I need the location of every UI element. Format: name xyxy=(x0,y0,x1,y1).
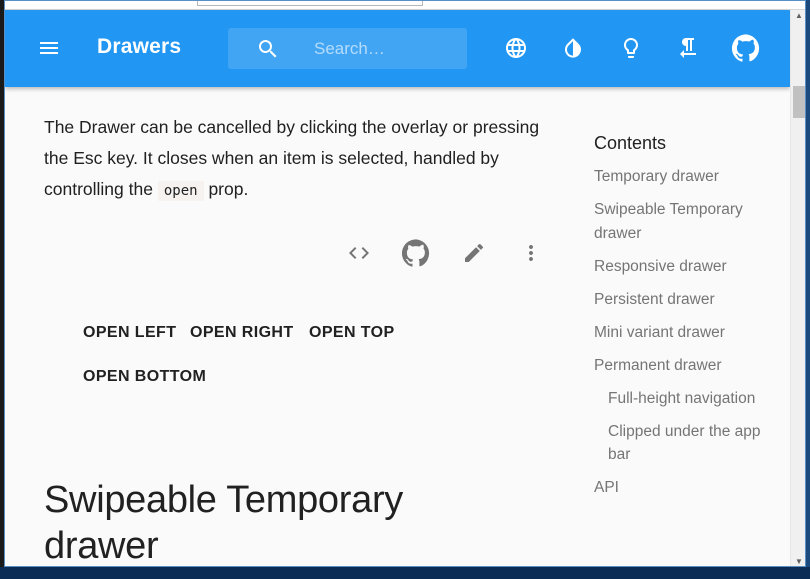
toc-item-temporary-drawer[interactable]: Temporary drawer xyxy=(594,165,784,189)
toc-item-api[interactable]: API xyxy=(594,476,784,500)
language-button[interactable] xyxy=(496,28,536,68)
demo-toolbar xyxy=(337,233,557,273)
inline-code-open: open xyxy=(157,181,204,201)
toc-item-responsive-drawer[interactable]: Responsive drawer xyxy=(594,255,784,279)
lightbulb-icon xyxy=(624,38,638,58)
open-left-button[interactable]: OPEN LEFT xyxy=(75,315,184,351)
description-text: The Drawer can be cancelled by clicking … xyxy=(44,117,540,199)
search-box[interactable] xyxy=(228,28,467,69)
code-icon xyxy=(349,247,369,259)
menu-button[interactable] xyxy=(29,28,69,68)
toggle-direction-button[interactable] xyxy=(668,28,708,68)
toc-item-full-height-navigation[interactable]: Full-height navigation xyxy=(594,387,784,411)
toc-item-persistent-drawer[interactable]: Persistent drawer xyxy=(594,288,784,312)
address-bar[interactable] xyxy=(197,1,423,6)
open-top-button[interactable]: OPEN TOP xyxy=(301,315,403,351)
toc-item-clipped-under-app-bar[interactable]: Clipped under the app bar xyxy=(594,420,784,467)
browser-chrome-strip xyxy=(5,1,805,10)
format-textdirection-icon xyxy=(680,38,696,58)
toc-item-swipeable-temporary-drawer[interactable]: Swipeable Temporary drawer xyxy=(594,198,784,245)
scrollbar-thumb[interactable] xyxy=(793,86,805,118)
scroll-down-arrow-icon[interactable]: ▼ xyxy=(795,557,803,566)
more-vert-icon xyxy=(529,245,533,261)
github-icon xyxy=(732,34,760,62)
section-heading: Swipeable Temporary drawer xyxy=(44,479,404,567)
search-icon xyxy=(259,40,277,58)
scroll-up-arrow-icon[interactable]: ▲ xyxy=(795,11,803,20)
open-bottom-button[interactable]: OPEN BOTTOM xyxy=(75,359,214,395)
desktop-right-edge xyxy=(806,0,810,567)
toggle-theme-button[interactable] xyxy=(553,28,593,68)
toc-item-mini-variant-drawer[interactable]: Mini variant drawer xyxy=(594,321,784,345)
edit-in-sandbox-button[interactable] xyxy=(454,233,494,273)
vertical-scrollbar[interactable]: ▲ ▼ xyxy=(790,10,805,566)
description-text-end: prop. xyxy=(208,179,249,199)
edit-icon xyxy=(465,243,484,262)
github-button[interactable] xyxy=(726,28,766,68)
toggle-lightbulb-button[interactable] xyxy=(611,28,651,68)
drawer-description: The Drawer can be cancelled by clicking … xyxy=(44,112,554,207)
view-github-source-button[interactable] xyxy=(396,233,436,273)
search-input[interactable] xyxy=(314,37,454,61)
app-bar: Drawers xyxy=(5,10,790,87)
browser-window: Drawers The Drawer can be cancelled by c… xyxy=(4,0,806,567)
open-right-button[interactable]: OPEN RIGHT xyxy=(182,315,302,351)
toc-title: Contents xyxy=(594,133,667,153)
main-content: The Drawer can be cancelled by clicking … xyxy=(5,87,790,567)
github-icon xyxy=(402,239,430,267)
show-source-button[interactable] xyxy=(339,233,379,273)
taskbar-edge xyxy=(0,567,810,579)
table-of-contents: Contents Temporary drawer Swipeable Temp… xyxy=(594,133,784,509)
language-icon xyxy=(506,38,526,58)
more-options-button[interactable] xyxy=(511,233,551,273)
page-title: Drawers xyxy=(97,35,182,58)
invert-colors-icon xyxy=(565,38,581,58)
menu-icon xyxy=(40,42,58,54)
toc-item-permanent-drawer[interactable]: Permanent drawer xyxy=(594,354,784,378)
